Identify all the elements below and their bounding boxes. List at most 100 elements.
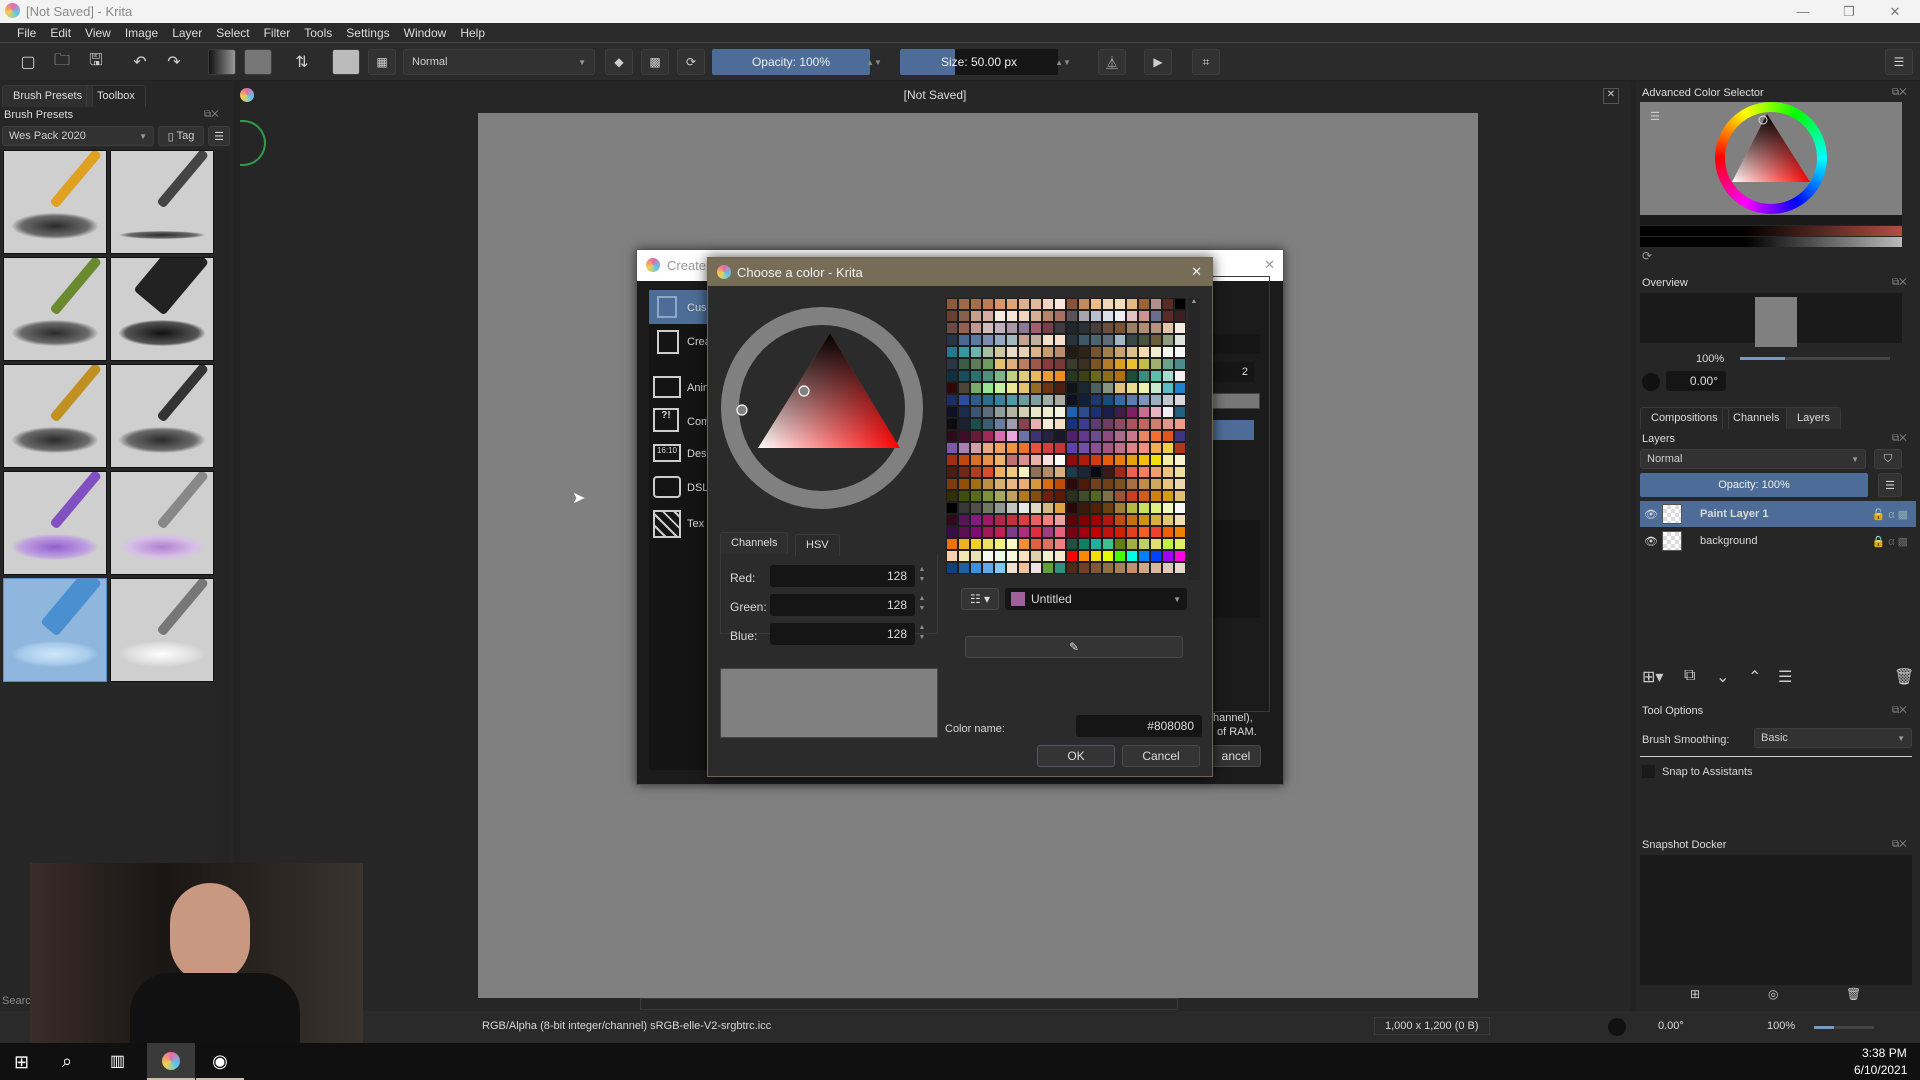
palette-swatch[interactable] [1078,550,1090,562]
palette-swatch[interactable] [1126,442,1138,454]
palette-swatch[interactable] [982,310,994,322]
palette-swatch[interactable] [1006,406,1018,418]
filter-icon[interactable]: ⛉ [1874,449,1902,469]
palette-swatch[interactable] [1102,550,1114,562]
tab-compositions[interactable]: Compositions [1640,407,1729,429]
search-icon[interactable]: ⌕ [62,1051,72,1072]
swap-colors-icon[interactable]: ⇅ [288,49,316,75]
palette-swatch[interactable] [1006,562,1018,574]
layer-opacity-slider[interactable]: Opacity: 100% [1640,473,1868,497]
palette-swatch[interactable] [1042,418,1054,430]
palette-swatch[interactable] [1030,442,1042,454]
palette-swatch[interactable] [970,382,982,394]
palette-swatch[interactable] [1066,466,1078,478]
palette-swatch[interactable] [994,514,1006,526]
palette-swatch[interactable] [1006,322,1018,334]
close-dialog-button[interactable]: ✕ [1191,264,1202,280]
palette-swatch[interactable] [1102,322,1114,334]
palette-swatch[interactable] [1042,526,1054,538]
palette-swatch[interactable] [982,418,994,430]
palette-swatch[interactable] [1114,442,1126,454]
brush-preset-button[interactable] [332,49,360,75]
palette-swatch[interactable] [1030,358,1042,370]
palette-swatch[interactable] [994,442,1006,454]
palette-swatch[interactable] [1054,490,1066,502]
palette-swatch[interactable] [1126,466,1138,478]
palette-swatch[interactable] [1006,418,1018,430]
palette-swatch[interactable] [1138,550,1150,562]
palette-swatch[interactable] [1150,370,1162,382]
palette-swatch[interactable] [1054,382,1066,394]
palette-swatch[interactable] [994,370,1006,382]
palette-swatch[interactable] [1030,394,1042,406]
palette-swatch[interactable] [1174,550,1186,562]
palette-swatch[interactable] [994,310,1006,322]
palette-swatch[interactable] [994,550,1006,562]
palette-swatch[interactable] [1006,454,1018,466]
palette-swatch[interactable] [1042,442,1054,454]
palette-swatch[interactable] [1018,502,1030,514]
sv-triangle[interactable] [1715,102,1827,214]
palette-swatch[interactable] [1090,310,1102,322]
menu-edit[interactable]: Edit [43,26,78,40]
horizontal-scrollbar[interactable] [640,998,1178,1010]
palette-swatch[interactable] [1006,466,1018,478]
palette-swatch[interactable] [946,538,958,550]
palette-swatch[interactable] [1030,298,1042,310]
palette-swatch[interactable] [946,334,958,346]
palette-swatch[interactable] [970,406,982,418]
palette-swatch[interactable] [1150,514,1162,526]
palette-swatch[interactable] [970,442,982,454]
palette-swatch[interactable] [1030,310,1042,322]
palette-swatch[interactable] [1042,466,1054,478]
eraser-icon[interactable]: ◆ [605,49,633,75]
palette-swatch[interactable] [1042,346,1054,358]
color-name-field[interactable]: #808080 [1076,715,1202,737]
palette-swatch[interactable] [994,562,1006,574]
palette-swatch[interactable] [1138,454,1150,466]
palette-swatch[interactable] [982,430,994,442]
palette-swatch[interactable] [1126,346,1138,358]
new-document-icon[interactable]: ▢ [14,49,42,75]
palette-swatch[interactable] [1150,442,1162,454]
palette-swatch[interactable] [1018,322,1030,334]
template-item-label[interactable]: Des [687,448,707,460]
palette-swatch[interactable] [982,502,994,514]
palette-swatch[interactable] [1018,394,1030,406]
palette-swatch[interactable] [958,370,970,382]
palette-swatch[interactable] [958,430,970,442]
palette-swatch[interactable] [1042,406,1054,418]
palette-swatch[interactable] [1006,346,1018,358]
palette-swatch[interactable] [946,550,958,562]
palette-swatch[interactable] [1114,358,1126,370]
palette-swatch[interactable] [1174,454,1186,466]
palette-swatch[interactable] [982,526,994,538]
palette-swatch[interactable] [1006,310,1018,322]
open-document-icon[interactable]: 🗀 [48,49,76,75]
palette-swatch[interactable] [1114,466,1126,478]
palette-swatch[interactable] [1042,502,1054,514]
palette-swatch[interactable] [1174,418,1186,430]
palette-swatch[interactable] [1174,346,1186,358]
palette-swatch[interactable] [1006,334,1018,346]
palette-swatch[interactable] [982,358,994,370]
palette-swatch[interactable] [1150,466,1162,478]
snap-checkbox[interactable] [1642,765,1655,778]
palette-swatch[interactable] [1054,502,1066,514]
palette-swatch[interactable] [958,442,970,454]
palette-swatch[interactable] [970,526,982,538]
wrap-around-icon[interactable]: ⌗ [1192,49,1220,75]
palette-swatch[interactable] [1138,442,1150,454]
palette-swatch[interactable] [1042,550,1054,562]
palette-swatch[interactable] [1018,478,1030,490]
palette-swatch[interactable] [1150,418,1162,430]
palette-swatch[interactable] [1018,346,1030,358]
palette-swatch[interactable] [970,478,982,490]
palette-swatch[interactable] [958,478,970,490]
palette-swatch[interactable] [970,454,982,466]
brush-preset[interactable] [110,257,214,361]
palette-swatch[interactable] [1090,358,1102,370]
move-layer-down-icon[interactable]: ⌄ [1716,667,1729,687]
palette-swatch[interactable] [1042,358,1054,370]
palette-swatch[interactable] [1090,418,1102,430]
